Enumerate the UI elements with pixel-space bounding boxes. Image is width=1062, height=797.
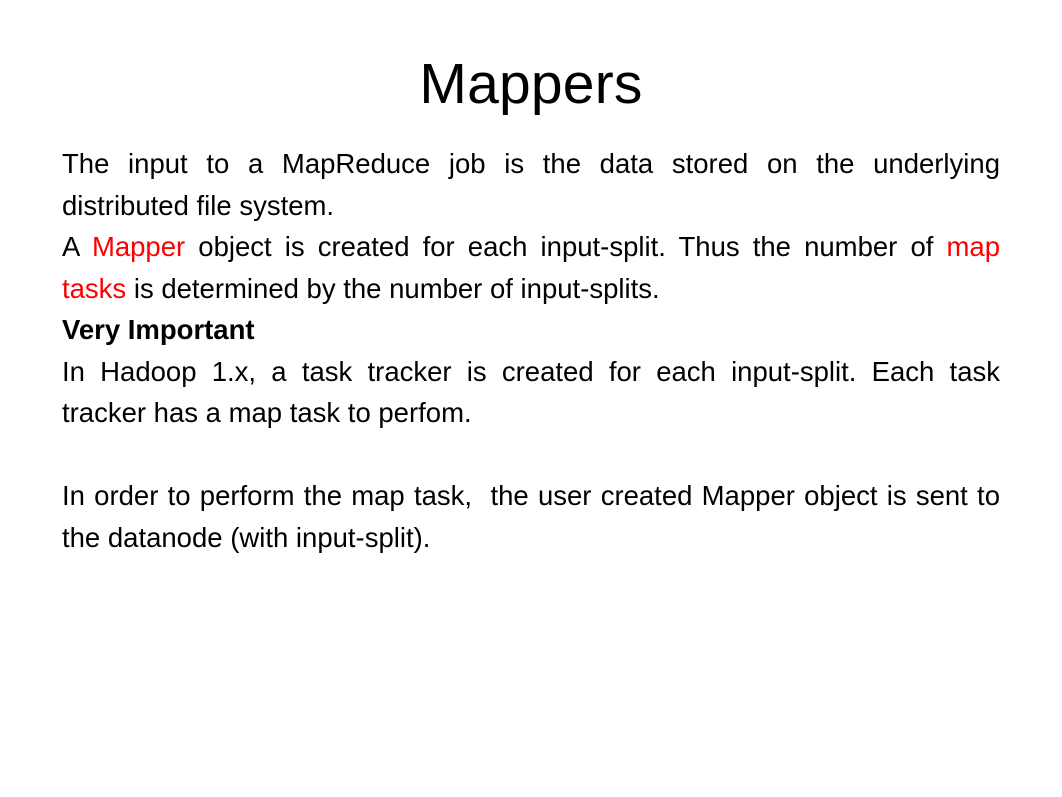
body-text-run: Very Important [62,314,255,345]
body-paragraph-very-important: Very Important [62,309,1000,351]
body-text-run: The input to a MapReduce job is the data… [62,148,1008,221]
body-paragraph-2: A Mapper object is created for each inpu… [62,226,1000,309]
body-text-run: is determined by the number of input-spl… [126,272,660,304]
body-paragraph-1: The input to a MapReduce job is the data… [62,143,1000,226]
page-title: Mappers [419,52,643,116]
highlighted-term: Mapper [91,231,186,262]
body-paragraph-3: In Hadoop 1.x, a task tracker is created… [62,351,1000,434]
body-text-run: object is created for each input-split. … [185,231,947,262]
body-text-run: In order to perform the map task, the us… [62,480,1008,553]
body-text-run: A [62,231,92,262]
slide: Mappers The input to a MapReduce job is … [0,0,1062,797]
slide-body: The input to a MapReduce job is the data… [62,143,1000,558]
body-text-run: In Hadoop 1.x, a task tracker is created… [62,355,1008,429]
body-paragraph-4: In order to perform the map task, the us… [62,475,1000,558]
